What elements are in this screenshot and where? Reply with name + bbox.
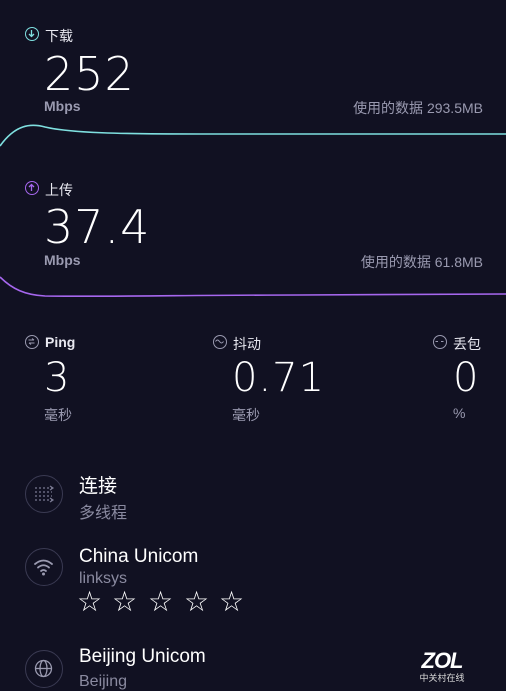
rating-star-5-icon[interactable]: ☆ (219, 588, 244, 616)
download-speed-graph (0, 124, 506, 147)
upload-arrow-icon (25, 181, 39, 195)
server-title: Beijing Unicom (79, 646, 206, 667)
connection-icon (25, 475, 63, 513)
ping-label: Ping (45, 334, 76, 350)
packet-loss-value: 0 (453, 355, 480, 401)
download-label: 下载 (45, 28, 73, 44)
jitter-unit: 毫秒 (232, 407, 260, 423)
ping-unit: 毫秒 (44, 407, 72, 423)
download-arrow-icon (25, 27, 39, 41)
upload-speed-value: 37.4 (44, 200, 151, 254)
zol-logo-text: ZOL (421, 648, 464, 673)
zol-logo-subtitle: 中关村在线 (419, 673, 465, 683)
globe-icon (25, 650, 63, 688)
rating-star-3-icon[interactable]: ☆ (148, 588, 173, 616)
zol-watermark-logo: ZOL 中关村在线 (412, 650, 472, 684)
packet-loss-label: 丢包 (453, 336, 481, 352)
rating-star-2-icon[interactable]: ☆ (112, 588, 137, 616)
upload-speed-graph (0, 276, 506, 298)
download-data-used-label: 使用的数据 (353, 100, 424, 116)
ping-value: 3 (44, 355, 71, 401)
connection-subtitle: 多线程 (79, 505, 128, 522)
packet-loss-unit: % (453, 405, 466, 421)
download-speed-value: 252 (44, 47, 135, 101)
download-data-used-value: 293.5MB (426, 100, 483, 116)
ping-icon (25, 335, 39, 349)
rating-star-4-icon[interactable]: ☆ (184, 588, 209, 616)
isp-title: China Unicom (79, 546, 199, 567)
server-subtitle: Beijing (79, 673, 128, 690)
jitter-icon (213, 335, 227, 349)
rating-star-1-icon[interactable]: ☆ (77, 588, 102, 616)
jitter-value: 0.71 (232, 355, 326, 401)
upload-label: 上传 (45, 182, 73, 198)
packet-loss-icon (433, 335, 447, 349)
jitter-label: 抖动 (233, 336, 261, 352)
connection-title: 连接 (79, 476, 118, 497)
download-unit: Mbps (44, 98, 81, 114)
wifi-icon (25, 548, 63, 586)
